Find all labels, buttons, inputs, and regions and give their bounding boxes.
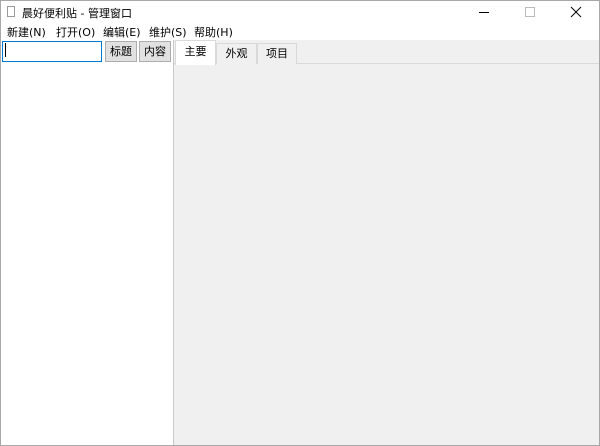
search-box — [1, 40, 103, 63]
menu-help[interactable]: 帮助(H) — [194, 24, 233, 40]
app-window: 晨好便利贴 - 管理窗口 新建(N) 打开(O) 编辑(E) 维护(S) 帮助(… — [0, 0, 600, 446]
tab-main[interactable]: 主要 — [175, 40, 216, 65]
close-button[interactable] — [553, 1, 599, 23]
app-icon — [7, 6, 15, 17]
notes-list[interactable] — [1, 64, 173, 445]
maximize-icon — [525, 7, 535, 17]
details-panel: 主要 外观 项目 — [174, 40, 599, 445]
menu-bar: 新建(N) 打开(O) 编辑(E) 维护(S) 帮助(H) — [1, 23, 599, 40]
window-title: 晨好便利贴 - 管理窗口 — [22, 7, 132, 20]
menu-new[interactable]: 新建(N) — [7, 24, 46, 40]
tab-page-main — [174, 64, 599, 445]
minimize-icon — [479, 12, 489, 13]
title-filter-button[interactable]: 标题 — [105, 41, 137, 62]
tab-strip: 主要 外观 项目 — [174, 40, 599, 65]
search-input[interactable] — [2, 41, 102, 62]
maximize-button[interactable] — [507, 1, 553, 23]
text-caret — [5, 43, 6, 57]
menu-open[interactable]: 打开(O) — [56, 24, 95, 40]
title-bar[interactable]: 晨好便利贴 - 管理窗口 — [1, 1, 599, 23]
menu-maintain[interactable]: 维护(S) — [149, 24, 187, 40]
minimize-button[interactable] — [461, 1, 507, 23]
notes-panel: 标题 内容 — [1, 40, 174, 445]
close-icon — [570, 6, 582, 18]
tab-project[interactable]: 项目 — [257, 43, 297, 64]
tab-appearance[interactable]: 外观 — [216, 43, 257, 64]
content-filter-button[interactable]: 内容 — [139, 41, 171, 62]
menu-edit[interactable]: 编辑(E) — [103, 24, 141, 40]
